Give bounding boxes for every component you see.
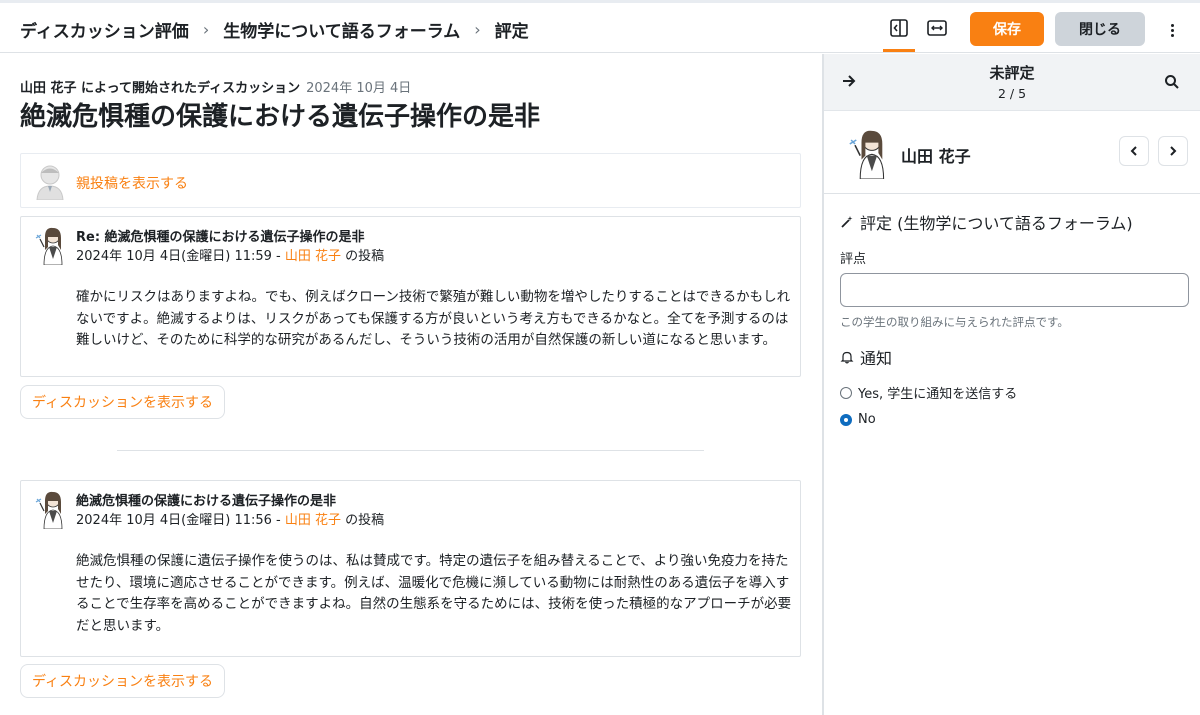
notify-yes-radio[interactable]	[840, 386, 852, 399]
next-user-button[interactable]	[1158, 136, 1188, 166]
breadcrumb-separator: ›	[474, 20, 481, 39]
post-date: 2024年 10月 4日(金曜日) 11:59 -	[76, 249, 285, 264]
parent-post-box: 親投稿を表示する	[20, 153, 801, 208]
user-selector: 山田 花子	[824, 111, 1200, 194]
magic-wand-icon	[841, 216, 853, 228]
started-date: 2024年 10月 4日	[306, 81, 412, 96]
started-by-text: 山田 花子 によって開始されたディスカッション	[20, 81, 301, 96]
notify-no-label: No	[858, 412, 876, 427]
discussion-title: 絶滅危惧種の保護における遺伝子操作の是非	[20, 102, 541, 132]
grade-label: 評点	[840, 252, 867, 267]
show-discussion-button[interactable]: ディスカッションを表示する	[20, 385, 226, 419]
notify-section-heading: 通知	[840, 345, 892, 369]
notify-yes-label: Yes, 学生に通知を送信する	[858, 387, 1018, 402]
top-bar: ディスカッション評価 › 生物学について語るフォーラム › 評定 保存 閉じる	[0, 0, 1200, 53]
grade-help-text: この学生の取り組みに与えられた評点です。	[840, 315, 1069, 329]
avatar	[35, 491, 63, 529]
notify-yes-option[interactable]: Yes, 学生に通知を送信する	[840, 383, 1017, 402]
post-date: 2024年 10月 4日(金曜日) 11:56 -	[76, 513, 285, 528]
post-card: Re: 絶滅危惧種の保護における遺伝子操作の是非 2024年 10月 4日(金曜…	[20, 216, 801, 377]
post-byline: 2024年 10月 4日(金曜日) 11:56 - 山田 花子 の投稿	[76, 509, 384, 528]
breadcrumb-item-grading: 評定	[494, 22, 529, 42]
post-card: 絶滅危惧種の保護における遺伝子操作の是非 2024年 10月 4日(金曜日) 1…	[20, 480, 801, 657]
post-subject: 絶滅危惧種の保護における遺伝子操作の是非	[76, 494, 337, 509]
default-avatar-icon	[36, 165, 64, 200]
chevron-right-icon	[1170, 146, 1177, 156]
bell-icon	[840, 351, 854, 364]
post-suffix: の投稿	[341, 513, 385, 528]
collapse-panel-icon[interactable]	[883, 15, 915, 52]
breadcrumb: ディスカッション評価 › 生物学について語るフォーラム › 評定	[20, 17, 529, 42]
post-suffix: の投稿	[341, 249, 385, 264]
close-button[interactable]: 閉じる	[1055, 12, 1145, 46]
post-subject: Re: 絶滅危惧種の保護における遺伝子操作の是非	[76, 230, 365, 245]
grader-panel: 未評定 2 / 5 山田 花子 評定 (生物学について語るフォーラム) 評点 こ…	[822, 54, 1200, 715]
grade-input[interactable]	[840, 273, 1189, 307]
breadcrumb-separator: ›	[202, 20, 210, 39]
notify-heading-text: 通知	[860, 349, 893, 368]
show-discussion-button[interactable]: ディスカッションを表示する	[20, 664, 226, 698]
avatar	[35, 227, 63, 265]
notify-no-option[interactable]: No	[840, 412, 876, 427]
user-name: 山田 花子	[901, 147, 971, 166]
breadcrumb-item-forum[interactable]: 生物学について語るフォーラム	[223, 17, 460, 42]
discussion-started-by: 山田 花子 によって開始されたディスカッション 2024年 10月 4日	[20, 77, 411, 96]
grade-heading-text: 評定 (生物学について語るフォーラム)	[860, 214, 1133, 233]
grading-status: 未評定	[989, 64, 1035, 82]
post-body: 絶滅危惧種の保護に遺伝子操作を使うのは、私は賛成です。特定の遺伝子を組み替えるこ…	[76, 553, 792, 634]
post-author-link[interactable]: 山田 花子	[285, 513, 341, 528]
post-byline: 2024年 10月 4日(金曜日) 11:59 - 山田 花子 の投稿	[76, 245, 384, 264]
previous-user-button[interactable]	[1119, 136, 1149, 166]
save-button[interactable]: 保存	[970, 12, 1044, 46]
search-icon[interactable]	[1164, 74, 1180, 90]
avatar	[849, 130, 885, 179]
expand-width-icon[interactable]	[924, 15, 950, 41]
post-body: 確かにリスクはありますよね。でも、例えばクローン技術で繁殖が難しい動物を増やした…	[76, 289, 791, 348]
grade-section-heading: 評定 (生物学について語るフォーラム)	[840, 210, 1133, 234]
grader-header: 未評定 2 / 5	[824, 54, 1200, 111]
show-parent-post-link[interactable]: 親投稿を表示する	[76, 173, 188, 193]
post-divider	[117, 450, 704, 451]
more-menu-icon[interactable]	[1163, 17, 1181, 43]
post-author-link[interactable]: 山田 花子	[285, 249, 341, 264]
chevron-left-icon	[1130, 146, 1137, 156]
discussion-content: 山田 花子 によって開始されたディスカッション 2024年 10月 4日 絶滅危惧…	[0, 54, 822, 715]
notify-no-radio[interactable]	[840, 413, 852, 426]
user-position: 2 / 5	[997, 86, 1027, 101]
breadcrumb-item-discussion-grading[interactable]: ディスカッション評価	[20, 17, 189, 42]
